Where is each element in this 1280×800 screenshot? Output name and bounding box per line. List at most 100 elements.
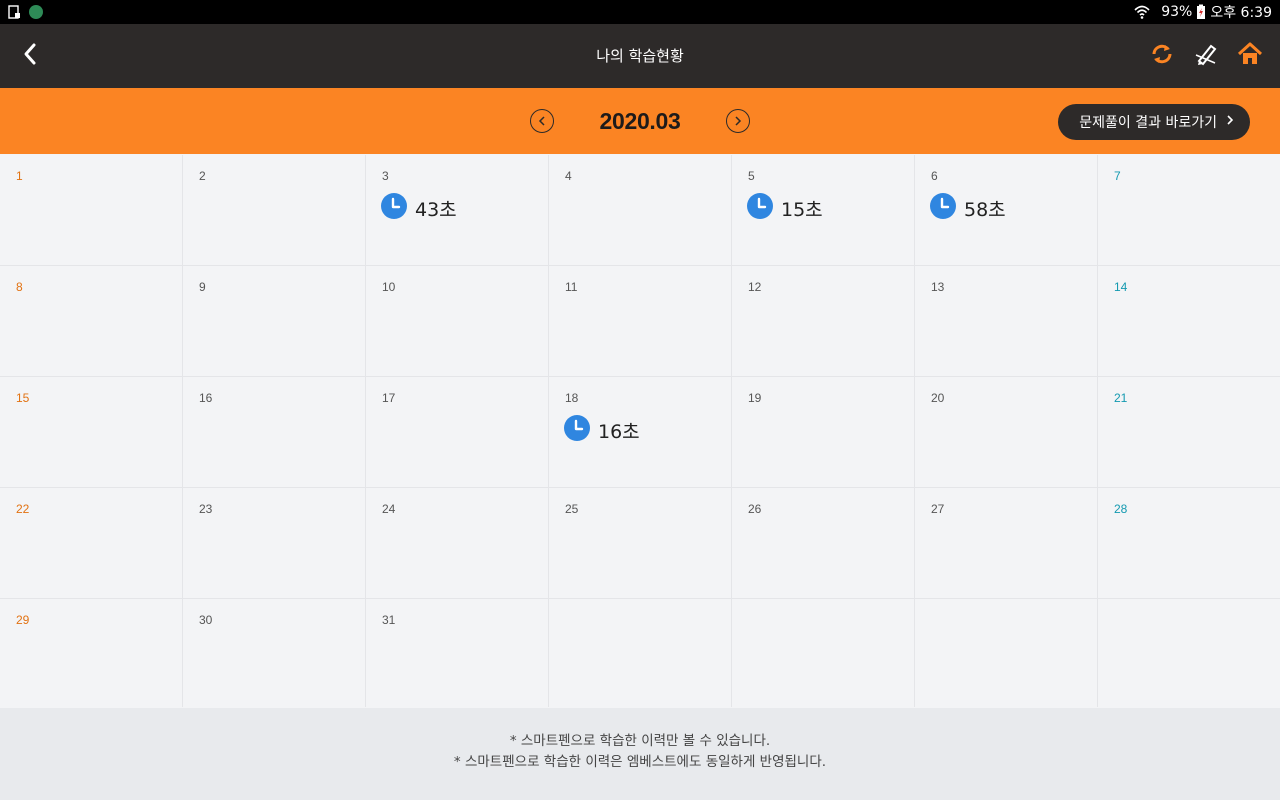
footer-note: * 스마트펜으로 학습한 이력은 엠베스트에도 동일하게 반영됩니다. <box>453 754 827 770</box>
calendar-day-cell[interactable]: 12 <box>732 266 915 376</box>
refresh-button[interactable] <box>1146 40 1178 72</box>
calendar-day-cell[interactable]: 27 <box>915 488 1098 598</box>
clock-icon <box>747 193 773 223</box>
home-icon <box>1237 41 1263 71</box>
calendar-day-cell[interactable]: 6 58초 <box>915 155 1098 265</box>
day-number: 4 <box>565 169 572 183</box>
day-number: 19 <box>748 391 762 405</box>
pen-button[interactable] <box>1190 40 1222 72</box>
home-button[interactable] <box>1234 40 1266 72</box>
clock-icon <box>564 415 590 445</box>
chevron-left-icon <box>537 112 547 131</box>
calendar-day-cell[interactable]: 14 <box>1098 266 1280 376</box>
battery-percent: 93% <box>1161 4 1193 20</box>
calendar-day-cell[interactable]: 11 <box>549 266 732 376</box>
calendar-week: 8 9 10 11 12 13 14 <box>0 266 1280 377</box>
day-number <box>748 613 914 629</box>
day-number: 30 <box>199 613 213 627</box>
calendar-day-cell[interactable]: 7 <box>1098 155 1280 265</box>
day-number: 16 <box>199 391 213 405</box>
calendar-day-cell[interactable]: 28 <box>1098 488 1280 598</box>
calendar-day-cell[interactable]: 16 <box>183 377 366 487</box>
study-record: 15초 <box>747 193 914 223</box>
day-number: 1 <box>16 169 23 183</box>
wifi-icon <box>1133 4 1151 20</box>
day-number <box>1114 613 1280 629</box>
calendar-day-cell[interactable]: 22 <box>0 488 183 598</box>
calendar-week: 22 23 24 25 26 27 28 <box>0 488 1280 599</box>
calendar-day-cell <box>732 599 915 707</box>
calendar-day-cell[interactable]: 5 15초 <box>732 155 915 265</box>
calendar-day-cell <box>1098 599 1280 707</box>
study-record: 16초 <box>564 415 731 445</box>
day-number: 23 <box>199 502 213 516</box>
calendar-day-cell[interactable]: 18 16초 <box>549 377 732 487</box>
day-number: 22 <box>16 502 30 516</box>
calendar-day-cell[interactable]: 29 <box>0 599 183 707</box>
status-left <box>8 5 43 19</box>
calendar-day-cell[interactable]: 1 <box>0 155 183 265</box>
day-number: 8 <box>16 280 23 294</box>
page-title: 나의 학습현황 <box>596 47 684 65</box>
calendar-day-cell[interactable]: 13 <box>915 266 1098 376</box>
pen-icon <box>1193 41 1219 71</box>
calendar-grid: 1 2 3 43초 4 5 15초 6 58초 7 8 9 10 11 12 13 14 15 16 17 18 16초 1… <box>0 155 1280 708</box>
day-number: 5 <box>748 169 755 183</box>
calendar-day-cell[interactable]: 15 <box>0 377 183 487</box>
app-actions <box>1146 40 1266 72</box>
screenshot-icon <box>8 5 21 19</box>
day-number: 21 <box>1114 391 1128 405</box>
day-number <box>565 613 731 629</box>
next-month-button[interactable] <box>726 109 750 133</box>
footer-notes: * 스마트펜으로 학습한 이력만 볼 수 있습니다. * 스마트펜으로 학습한 … <box>0 708 1280 800</box>
calendar-week: 29 30 31 <box>0 599 1280 707</box>
prev-month-button[interactable] <box>530 109 554 133</box>
clock-icon <box>930 193 956 223</box>
chevron-right-icon <box>733 112 743 131</box>
calendar-week: 15 16 17 18 16초 19 20 21 <box>0 377 1280 488</box>
day-number: 29 <box>16 613 30 627</box>
refresh-icon <box>1149 41 1175 71</box>
calendar-day-cell[interactable]: 3 43초 <box>366 155 549 265</box>
calendar-day-cell[interactable]: 20 <box>915 377 1098 487</box>
calendar-day-cell[interactable]: 4 <box>549 155 732 265</box>
day-number: 14 <box>1114 280 1128 294</box>
calendar-day-cell[interactable]: 31 <box>366 599 549 707</box>
status-right: 93% 오후 6:39 <box>1133 2 1272 22</box>
calendar-day-cell[interactable]: 23 <box>183 488 366 598</box>
status-time: 오후 6:39 <box>1210 5 1272 21</box>
footer-note: * 스마트펜으로 학습한 이력만 볼 수 있습니다. <box>509 733 771 749</box>
back-icon <box>22 42 38 70</box>
calendar-day-cell[interactable]: 17 <box>366 377 549 487</box>
day-number: 26 <box>748 502 762 516</box>
day-number: 18 <box>565 391 579 405</box>
calendar-day-cell[interactable]: 26 <box>732 488 915 598</box>
day-number: 28 <box>1114 502 1128 516</box>
back-button[interactable] <box>14 40 46 72</box>
day-number: 17 <box>382 391 396 405</box>
calendar-day-cell[interactable]: 9 <box>183 266 366 376</box>
battery-icon <box>1196 4 1206 20</box>
day-number: 3 <box>382 169 389 183</box>
day-number: 6 <box>931 169 938 183</box>
calendar-day-cell[interactable]: 2 <box>183 155 366 265</box>
calendar-day-cell[interactable]: 21 <box>1098 377 1280 487</box>
day-number: 27 <box>931 502 945 516</box>
study-record: 58초 <box>930 193 1097 223</box>
calendar-day-cell[interactable]: 10 <box>366 266 549 376</box>
day-number <box>931 613 1097 629</box>
day-number: 2 <box>199 169 206 183</box>
app-bar: 나의 학습현황 <box>0 24 1280 88</box>
day-number: 20 <box>931 391 945 405</box>
calendar-day-cell[interactable]: 8 <box>0 266 183 376</box>
calendar-day-cell[interactable]: 25 <box>549 488 732 598</box>
calendar-day-cell[interactable]: 19 <box>732 377 915 487</box>
day-number: 10 <box>382 280 396 294</box>
go-to-results-label: 문제풀이 결과 바로가기 <box>1079 115 1217 131</box>
study-time: 58초 <box>964 198 1006 221</box>
go-to-results-button[interactable]: 문제풀이 결과 바로가기 <box>1058 104 1250 140</box>
calendar-day-cell[interactable]: 30 <box>183 599 366 707</box>
calendar-week: 1 2 3 43초 4 5 15초 6 58초 7 <box>0 155 1280 266</box>
calendar-day-cell[interactable]: 24 <box>366 488 549 598</box>
day-number: 15 <box>16 391 30 405</box>
